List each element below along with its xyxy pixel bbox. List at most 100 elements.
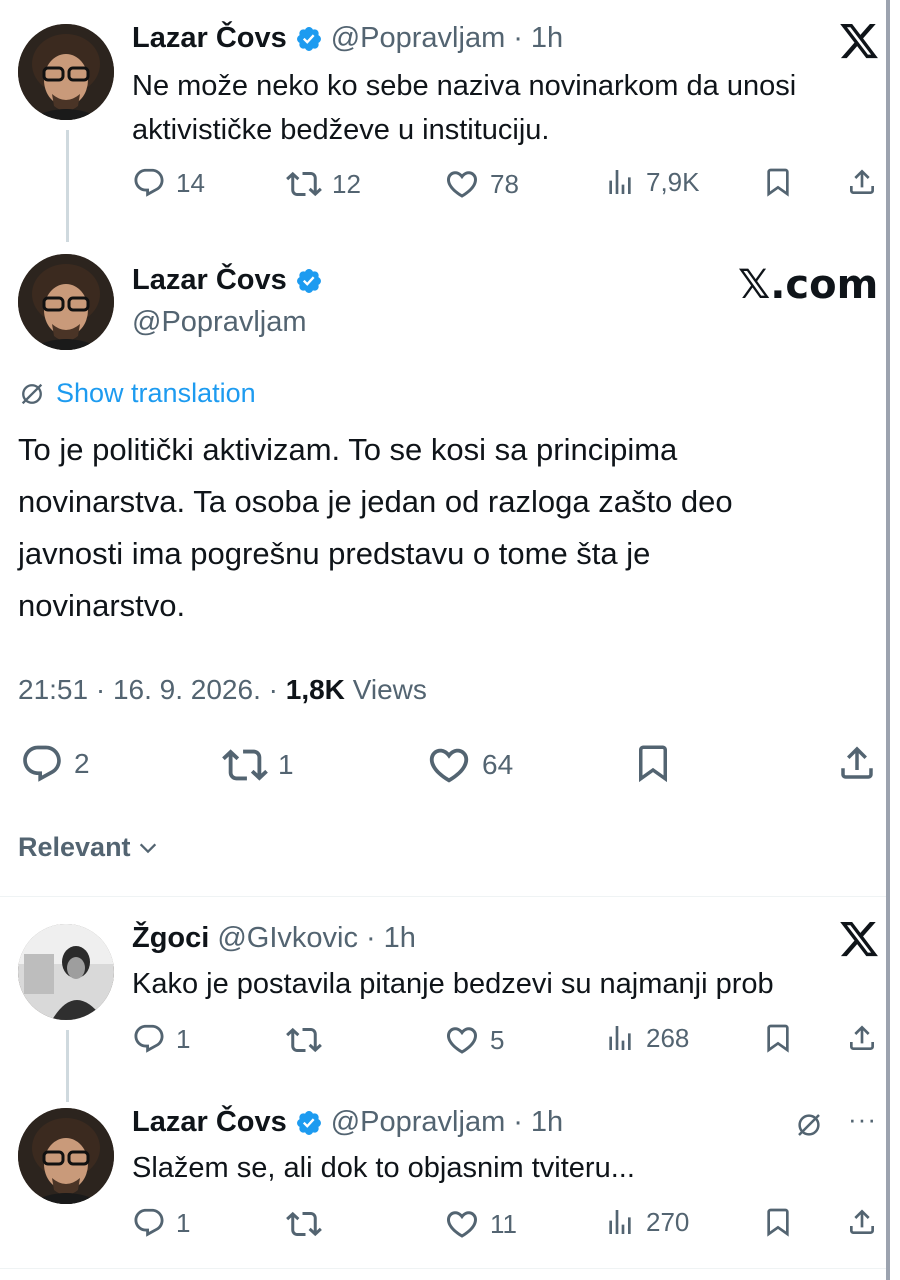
- bookmark-button[interactable]: [762, 166, 794, 198]
- like-button[interactable]: 78: [444, 166, 519, 202]
- author-name[interactable]: Žgoci: [132, 922, 209, 955]
- heart-icon: [444, 1022, 480, 1058]
- heart-icon: [426, 742, 472, 788]
- repost-icon: [222, 742, 268, 788]
- sort-dropdown[interactable]: Relevant: [18, 832, 159, 863]
- views-count: 1,8K: [285, 674, 345, 705]
- tweet-meta: 21:51 · 16. 9. 2026. · 1,8K Views: [18, 674, 427, 706]
- views-button[interactable]: 268: [604, 1022, 689, 1054]
- share-button[interactable]: [846, 166, 878, 198]
- x-com-brand: 𝕏.com: [738, 262, 879, 308]
- tweet-time[interactable]: 1h: [531, 22, 563, 55]
- like-count: 11: [490, 1208, 517, 1239]
- x-logo-icon: [838, 20, 880, 62]
- show-translation-link[interactable]: Show translation: [18, 378, 256, 409]
- bookmark-icon: [762, 1022, 794, 1054]
- like-count: 5: [490, 1024, 505, 1055]
- repost-icon: [286, 1022, 322, 1058]
- author-handle[interactable]: @Popravljam: [331, 1106, 506, 1139]
- author-name[interactable]: Lazar Čovs: [132, 1106, 287, 1139]
- like-button[interactable]: 5: [444, 1022, 504, 1058]
- reply-button[interactable]: 1: [132, 1206, 190, 1240]
- heart-icon: [444, 1206, 480, 1242]
- verified-badge-icon: [295, 267, 323, 295]
- repost-button[interactable]: 12: [286, 166, 361, 202]
- reply-icon: [20, 742, 64, 786]
- tweet-timestamp[interactable]: 21:51 · 16. 9. 2026. ·: [18, 674, 278, 705]
- avatar-image: [18, 254, 114, 350]
- reply-button[interactable]: 2: [20, 742, 90, 786]
- author-name[interactable]: Lazar Čovs: [132, 264, 287, 297]
- tweet-text: Ne može neko ko sebe naziva novinarkom d…: [132, 64, 872, 152]
- bookmark-button[interactable]: [632, 742, 674, 784]
- views-label: Views: [352, 674, 427, 705]
- author-handle[interactable]: @Popravljam: [331, 22, 506, 55]
- repost-icon: [286, 166, 322, 202]
- reply-icon: [132, 1022, 166, 1056]
- share-button[interactable]: [836, 742, 878, 784]
- divider: [0, 896, 886, 897]
- main-tweet-text: To je politički aktivizam. To se kosi sa…: [18, 424, 868, 632]
- bookmark-button[interactable]: [762, 1022, 794, 1054]
- avatar[interactable]: [18, 1108, 114, 1204]
- avatar-image: [18, 24, 114, 120]
- share-icon: [846, 1206, 878, 1238]
- reply-button[interactable]: 1: [132, 1022, 190, 1056]
- share-button[interactable]: [846, 1022, 878, 1054]
- repost-button[interactable]: [286, 1206, 322, 1242]
- author-name[interactable]: Lazar Čovs: [132, 22, 287, 55]
- heart-icon: [444, 166, 480, 202]
- dot-separator: ·: [513, 1106, 523, 1138]
- reply-button[interactable]: 14: [132, 166, 205, 200]
- bookmark-icon: [632, 742, 674, 784]
- views-button[interactable]: 270: [604, 1206, 689, 1238]
- like-button[interactable]: 64: [426, 742, 513, 788]
- author-handle[interactable]: @Popravljam: [132, 306, 307, 339]
- bookmark-icon: [762, 1206, 794, 1238]
- thread-line: [66, 1030, 69, 1102]
- views-icon: [604, 166, 636, 198]
- tweet-text-line: novinarstvo.: [18, 588, 186, 623]
- x-logo-icon: [838, 918, 880, 960]
- tweet-text: Slažem se, ali dok to objasnim tviteru..…: [132, 1152, 635, 1184]
- bookmark-button[interactable]: [762, 1206, 794, 1238]
- avatar-image: [18, 924, 114, 1020]
- avatar[interactable]: [18, 24, 114, 120]
- like-count: 64: [482, 749, 514, 780]
- views-button[interactable]: 7,9K: [604, 166, 700, 198]
- reply-count: 1: [176, 1023, 191, 1054]
- repost-button[interactable]: 1: [222, 742, 294, 788]
- tweet-header: Lazar Čovs @Popravljam · 1h: [132, 22, 571, 55]
- avatar[interactable]: [18, 254, 114, 350]
- repost-count: 12: [332, 168, 361, 199]
- tweet-time[interactable]: 1h: [384, 922, 416, 955]
- tweet-header: Žgoci @GIvkovic · 1h: [132, 922, 424, 955]
- repost-count: 1: [278, 749, 294, 780]
- like-count: 78: [490, 168, 519, 199]
- avatar[interactable]: [18, 924, 114, 1020]
- show-translation-label: Show translation: [56, 378, 256, 408]
- more-options-icon[interactable]: ···: [848, 1104, 877, 1135]
- verified-badge-icon: [295, 1109, 323, 1137]
- like-button[interactable]: 11: [444, 1206, 517, 1242]
- tweet-text-line: aktivističke bedževe u instituciju.: [132, 114, 550, 146]
- scrollbar[interactable]: [886, 0, 890, 1280]
- tweet-text-line: novinarstva. Ta osoba je jedan od razlog…: [18, 484, 733, 519]
- views-icon: [604, 1022, 636, 1054]
- repost-button[interactable]: [286, 1022, 322, 1058]
- tweet-text-line: javnosti ima pogrešnu predstavu o tome š…: [18, 536, 651, 571]
- translate-icon[interactable]: [794, 1110, 824, 1140]
- share-button[interactable]: [846, 1206, 878, 1238]
- reply-icon: [132, 1206, 166, 1240]
- verified-badge-icon: [295, 25, 323, 53]
- tweet-text-line: Ne može neko ko sebe naziva novinarkom d…: [132, 70, 797, 102]
- tweet-time[interactable]: 1h: [531, 1106, 563, 1139]
- bookmark-icon: [762, 166, 794, 198]
- views-count: 270: [646, 1206, 690, 1237]
- dot-separator: ·: [365, 922, 376, 954]
- tweet-text: Kako je postavila pitanje bedzevi su naj…: [132, 968, 774, 1000]
- author-handle[interactable]: @GIvkovic: [217, 922, 358, 955]
- main-author-row: Lazar Čovs: [132, 264, 331, 297]
- translate-icon: [18, 380, 46, 408]
- reply-count: 1: [176, 1207, 191, 1238]
